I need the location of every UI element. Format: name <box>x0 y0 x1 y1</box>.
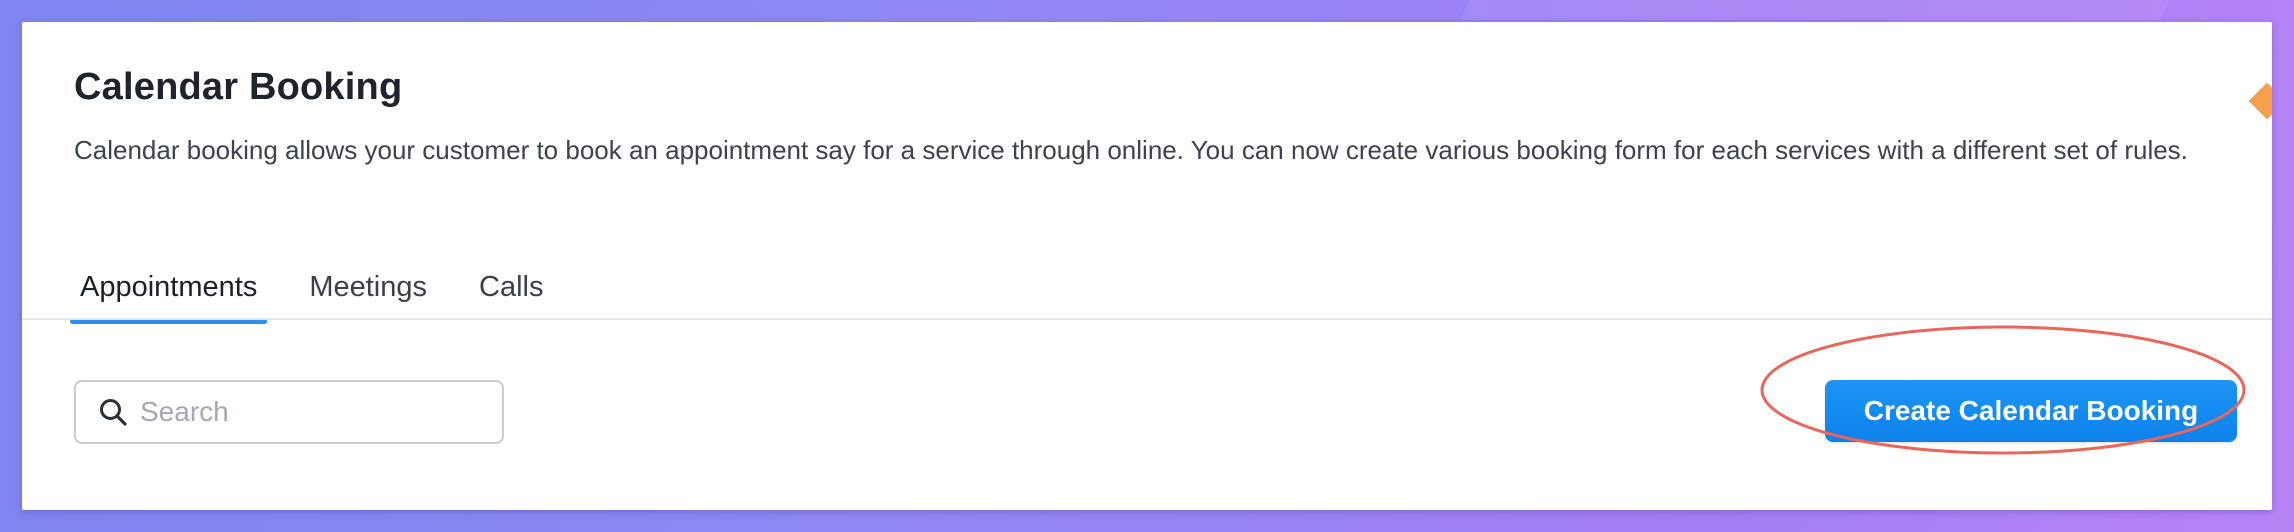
tab-bar: Appointments Meetings Calls <box>70 258 585 324</box>
tab-meetings[interactable]: Meetings <box>299 258 437 320</box>
tab-calls[interactable]: Calls <box>469 258 553 320</box>
tab-divider <box>22 318 2272 320</box>
orange-marker-icon <box>2248 82 2272 120</box>
calendar-booking-panel: Calendar Booking Calendar booking allows… <box>22 22 2272 510</box>
page-title: Calendar Booking <box>74 66 403 108</box>
search-input[interactable] <box>138 395 482 429</box>
page-description: Calendar booking allows your customer to… <box>74 135 2188 165</box>
search-icon <box>96 395 130 429</box>
background-shape <box>1460 0 2188 20</box>
search-box[interactable] <box>74 380 504 444</box>
create-calendar-booking-button[interactable]: Create Calendar Booking <box>1825 380 2237 442</box>
tab-appointments[interactable]: Appointments <box>70 258 268 324</box>
